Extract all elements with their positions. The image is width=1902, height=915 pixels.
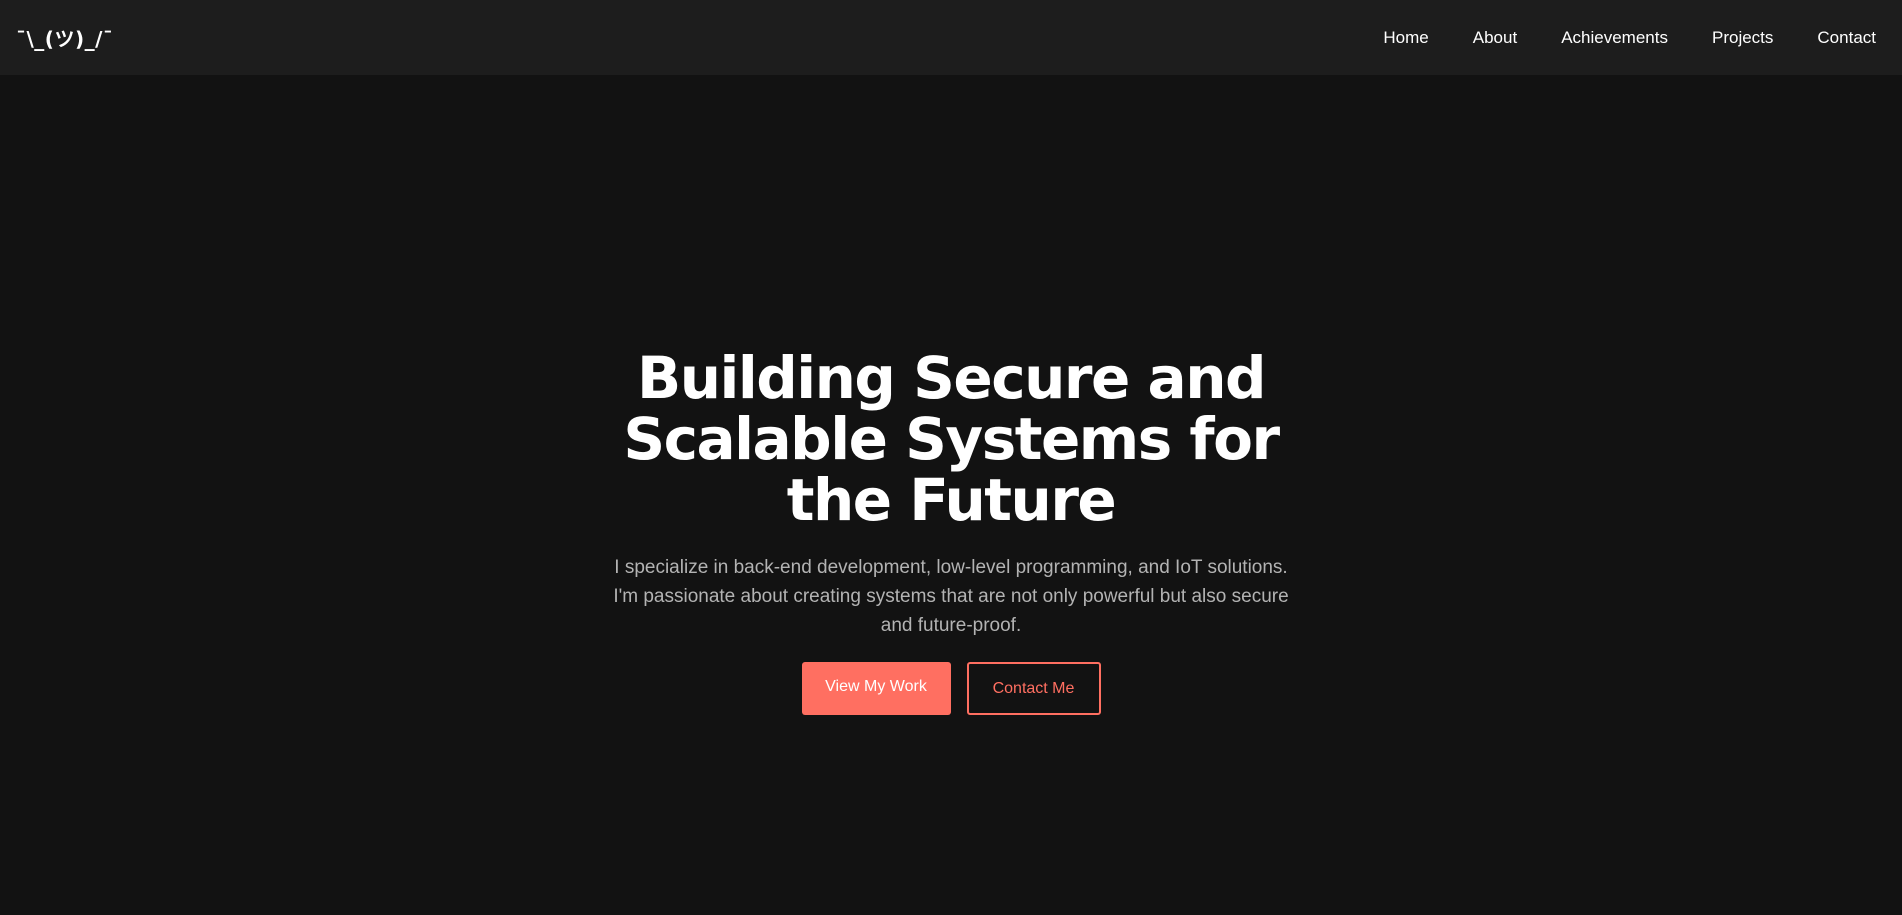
navbar: ¯\_(ツ)_/¯ Home About Achievements Projec… bbox=[0, 0, 1902, 75]
hero-description: I specialize in back-end development, lo… bbox=[613, 557, 1289, 636]
view-my-work-button[interactable]: View My Work bbox=[801, 662, 951, 715]
nav-links: Home About Achievements Projects Contact bbox=[1383, 28, 1876, 48]
hero-title: Building Secure and Scalable Systems for… bbox=[623, 344, 1280, 534]
hero-section: Building Secure and Scalable Systems for… bbox=[0, 75, 1902, 915]
contact-me-button[interactable]: Contact Me bbox=[966, 662, 1101, 715]
nav-link-about[interactable]: About bbox=[1473, 28, 1517, 48]
nav-link-contact[interactable]: Contact bbox=[1817, 28, 1876, 48]
nav-link-home[interactable]: Home bbox=[1383, 28, 1428, 48]
logo[interactable]: ¯\_(ツ)_/¯ bbox=[16, 23, 113, 52]
nav-link-achievements[interactable]: Achievements bbox=[1561, 28, 1668, 48]
nav-link-projects[interactable]: Projects bbox=[1712, 28, 1773, 48]
hero-buttons: View My Work Contact Me bbox=[801, 662, 1101, 715]
